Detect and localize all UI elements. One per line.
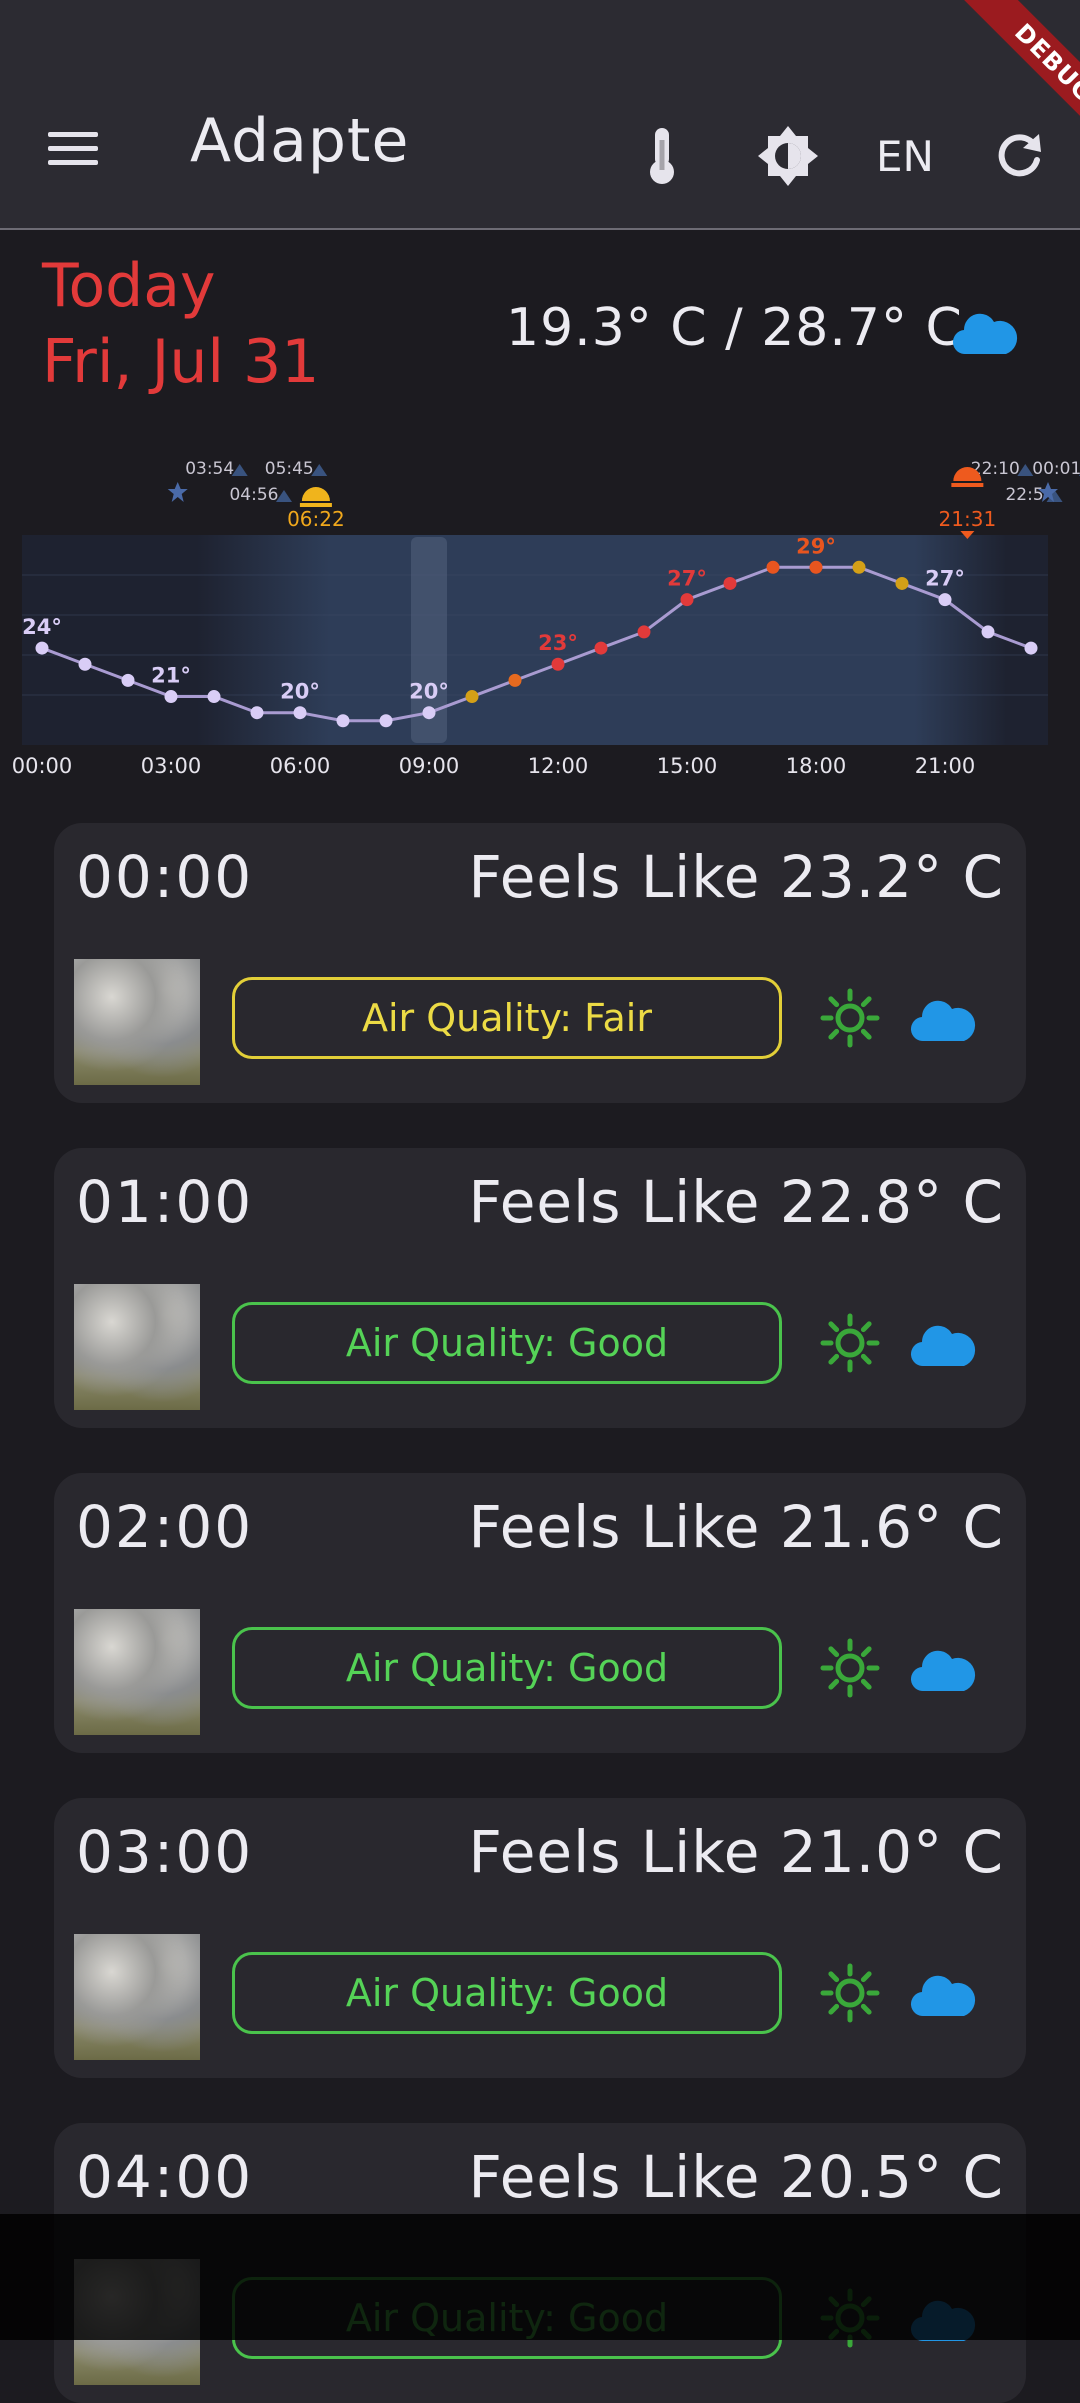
sun-icon — [820, 988, 880, 1052]
temperature-point — [422, 706, 436, 720]
sun-event-time: 22:5 — [1005, 485, 1043, 505]
debug-banner-label: DEBUG — [955, 0, 1080, 160]
temperature-point — [207, 690, 221, 704]
app-title: Adapte — [190, 106, 410, 176]
hour-time: 02:00 — [76, 1493, 254, 1561]
star-icon — [167, 482, 188, 502]
hourly-temperature-chart[interactable]: 24° 21° 20° 20° 23° 27° 29° 27° 00:00 03:00 06:00 0… — [0, 445, 1080, 790]
sunrise-icon — [301, 487, 330, 501]
sun-event-time: 00:01 — [1032, 459, 1080, 479]
air-quality-badge[interactable]: Air Quality: Good — [232, 2277, 782, 2359]
sun-icon — [820, 1638, 880, 1702]
weather-image — [74, 959, 200, 1085]
temperature-point — [551, 657, 565, 671]
temperature-point — [293, 706, 307, 720]
x-tick-label: 12:00 — [528, 754, 589, 778]
temperature-point — [594, 641, 608, 655]
x-tick-label: 18:00 — [786, 754, 847, 778]
hour-card[interactable]: 03:00 Feels Like 21.0° C Air Quality: Good — [54, 1798, 1026, 2078]
temperature-point — [164, 690, 178, 704]
sun-icon — [820, 1963, 880, 2027]
menu-icon[interactable] — [48, 132, 98, 172]
temperature-point — [895, 576, 909, 590]
brightness-icon[interactable] — [752, 120, 824, 192]
x-tick-label: 09:00 — [399, 754, 460, 778]
temperature-point — [938, 593, 952, 607]
point-label: 29° — [796, 534, 836, 558]
hour-card[interactable]: 04:00 Feels Like 20.5° C Air Quality: Good — [54, 2123, 1026, 2403]
temperature-point — [121, 673, 135, 687]
hour-time: 04:00 — [76, 2143, 254, 2211]
temp-range: 19.3° C / 28.7° C — [506, 298, 963, 358]
chart-plot-area — [22, 535, 1048, 745]
today-date: Fri, Jul 31 — [42, 327, 320, 397]
temperature-point — [379, 714, 393, 728]
cloud-icon — [952, 312, 1018, 360]
today-label: Today — [42, 251, 216, 321]
cloud-icon — [910, 1649, 976, 1697]
app-bar: Adapte EN DEBUG — [0, 0, 1080, 230]
point-label: 23° — [538, 631, 578, 655]
feels-like: Feels Like 21.0° C — [468, 1818, 1004, 1886]
temperature-point — [250, 706, 264, 720]
temperature-point — [766, 560, 780, 574]
cloud-icon — [910, 1974, 976, 2022]
today-heading: Today Fri, Jul 31 — [42, 248, 319, 400]
x-tick-label: 21:00 — [915, 754, 976, 778]
feels-like: Feels Like 21.6° C — [468, 1493, 1004, 1561]
thermometer-icon[interactable] — [640, 120, 684, 192]
hour-card[interactable]: 00:00 Feels Like 23.2° C Air Quality: Fair — [54, 823, 1026, 1103]
hour-time: 00:00 — [76, 843, 254, 911]
feels-like: Feels Like 23.2° C — [468, 843, 1004, 911]
temperature-point — [508, 673, 522, 687]
cloud-icon — [910, 1324, 976, 1372]
temperature-point — [809, 560, 823, 574]
temperature-point — [637, 625, 651, 639]
sunrise-horizon — [299, 503, 332, 507]
cloud-icon — [910, 999, 976, 1047]
x-tick-label: 15:00 — [657, 754, 718, 778]
temperature-point — [35, 641, 49, 655]
feels-like: Feels Like 22.8° C — [468, 1168, 1004, 1236]
point-label: 21° — [151, 664, 191, 688]
air-quality-badge[interactable]: Air Quality: Fair — [232, 977, 782, 1059]
weather-image — [74, 1284, 200, 1410]
sun-event-time: 21:31 — [939, 507, 997, 531]
temperature-point — [336, 714, 350, 728]
air-quality-badge[interactable]: Air Quality: Good — [232, 1627, 782, 1709]
temperature-point — [852, 560, 866, 574]
feels-like: Feels Like 20.5° C — [468, 2143, 1004, 2211]
sun-icon — [820, 2288, 880, 2352]
x-tick-label: 03:00 — [141, 754, 202, 778]
temperature-point — [723, 576, 737, 590]
temperature-point — [465, 690, 479, 704]
x-tick-label: 06:00 — [270, 754, 331, 778]
sun-event-time: 03:54 — [185, 459, 234, 479]
hour-card[interactable]: 01:00 Feels Like 22.8° C Air Quality: Good — [54, 1148, 1026, 1428]
temperature-point — [680, 593, 694, 607]
point-label: 24° — [22, 615, 62, 639]
weather-image — [74, 1609, 200, 1735]
sun-event-time: 06:22 — [287, 507, 345, 531]
sun-event-time: 05:45 — [265, 459, 314, 479]
air-quality-badge[interactable]: Air Quality: Good — [232, 1952, 782, 2034]
hour-card[interactable]: 02:00 Feels Like 21.6° C Air Quality: Good — [54, 1473, 1026, 1753]
weather-image — [74, 2259, 200, 2385]
temperature-point — [78, 657, 92, 671]
air-quality-badge[interactable]: Air Quality: Good — [232, 1302, 782, 1384]
hour-time: 01:00 — [76, 1168, 254, 1236]
point-label: 27° — [925, 567, 965, 591]
x-tick-label: 00:00 — [12, 754, 73, 778]
point-label: 20° — [280, 680, 320, 704]
point-label: 20° — [409, 680, 449, 704]
debug-banner: DEBUG — [920, 0, 1080, 160]
hour-time: 03:00 — [76, 1818, 254, 1886]
sun-icon — [820, 1313, 880, 1377]
temperature-point — [981, 625, 995, 639]
point-label: 27° — [667, 567, 707, 591]
weather-image — [74, 1934, 200, 2060]
temperature-point — [1024, 641, 1038, 655]
sunset-horizon — [951, 483, 984, 487]
sun-event-time: 04:56 — [229, 485, 278, 505]
